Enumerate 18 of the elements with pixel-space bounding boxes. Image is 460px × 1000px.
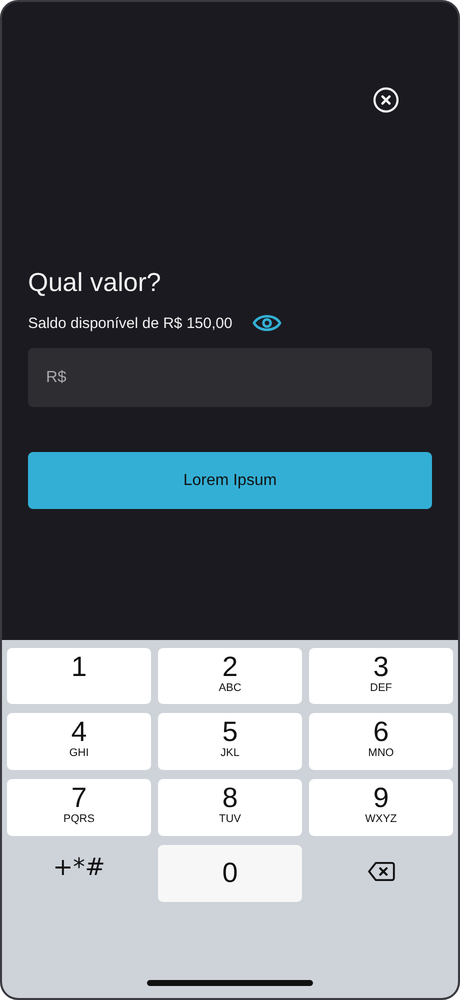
symbols-key[interactable]: +*# (52, 845, 106, 879)
keypad-key[interactable]: 6 MNO (309, 713, 453, 770)
eye-icon[interactable] (252, 312, 282, 334)
balance-text: Saldo disponível de R$ 150,00 (28, 314, 232, 332)
keypad-key[interactable]: 3 DEF (309, 648, 453, 704)
keypad-key[interactable]: 5 JKL (158, 713, 302, 770)
keypad-key[interactable]: 0 (158, 845, 302, 902)
keypad-key[interactable]: 8 TUV (158, 779, 302, 836)
keypad-key[interactable]: 9 WXYZ (309, 779, 453, 836)
close-icon[interactable] (373, 87, 399, 113)
submit-button[interactable]: Lorem Ipsum (28, 452, 432, 509)
keypad-key[interactable]: 4 GHI (7, 713, 151, 770)
page-title: Qual valor? (28, 266, 162, 298)
backspace-icon[interactable] (366, 861, 396, 882)
keypad-key[interactable]: 1 (7, 648, 151, 704)
amount-field[interactable]: R$ (28, 348, 432, 407)
keypad-key[interactable]: 7 PQRS (7, 779, 151, 836)
keypad-key[interactable]: 2 ABC (158, 648, 302, 704)
